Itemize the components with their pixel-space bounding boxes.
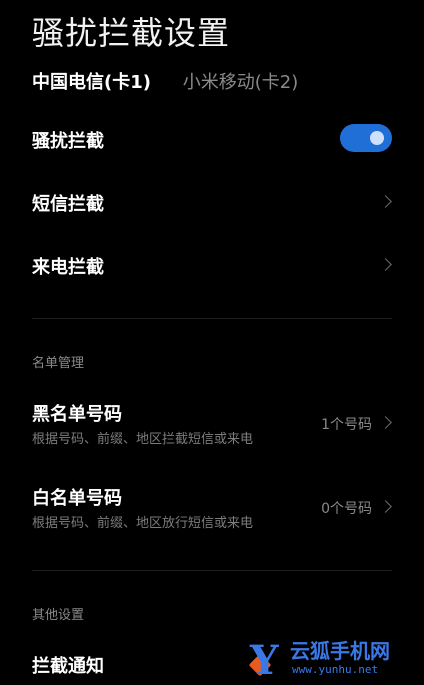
blacklist-label: 黑名单号码 [32, 404, 122, 425]
harass-block-toggle[interactable] [340, 124, 392, 152]
whitelist-row[interactable]: 白名单号码 根据号码、前缀、地区放行短信或来电 0个号码 [0, 478, 424, 536]
whitelist-count: 0个号码 [321, 501, 372, 517]
call-block-row[interactable]: 来电拦截 [0, 237, 424, 293]
watermark-url: www.yunhu.net [292, 663, 379, 676]
divider [32, 318, 392, 319]
block-notify-label: 拦截通知 [32, 656, 104, 677]
tab-sim2[interactable]: 小米移动(卡2) [183, 68, 299, 94]
watermark-logo-icon: Y [250, 637, 279, 684]
chevron-right-icon [379, 416, 392, 429]
harass-block-label: 骚扰拦截 [32, 131, 104, 152]
chevron-right-icon [379, 195, 392, 208]
watermark: Y 云狐手机网 www.yunhu.net [248, 635, 420, 684]
whitelist-desc: 根据号码、前缀、地区放行短信或来电 [32, 516, 254, 531]
page-title: 骚扰拦截设置 [32, 14, 231, 52]
section-header-lists: 名单管理 [32, 356, 85, 371]
sim-tabs: 中国电信(卡1) 小米移动(卡2) [32, 68, 324, 94]
call-block-label: 来电拦截 [32, 257, 104, 278]
blacklist-desc: 根据号码、前缀、地区拦截短信或来电 [32, 432, 254, 447]
chevron-right-icon [379, 258, 392, 271]
tab-sim1[interactable]: 中国电信(卡1) [32, 68, 151, 94]
sms-block-row[interactable]: 短信拦截 [0, 174, 424, 230]
sms-block-label: 短信拦截 [32, 194, 104, 215]
watermark-brand: 云狐手机网 [290, 639, 390, 663]
toggle-knob [370, 131, 384, 145]
divider [32, 570, 392, 571]
blacklist-row[interactable]: 黑名单号码 根据号码、前缀、地区拦截短信或来电 1个号码 [0, 394, 424, 452]
whitelist-label: 白名单号码 [32, 488, 122, 509]
section-header-other: 其他设置 [32, 608, 85, 623]
chevron-right-icon [379, 500, 392, 513]
blacklist-count: 1个号码 [321, 417, 372, 433]
